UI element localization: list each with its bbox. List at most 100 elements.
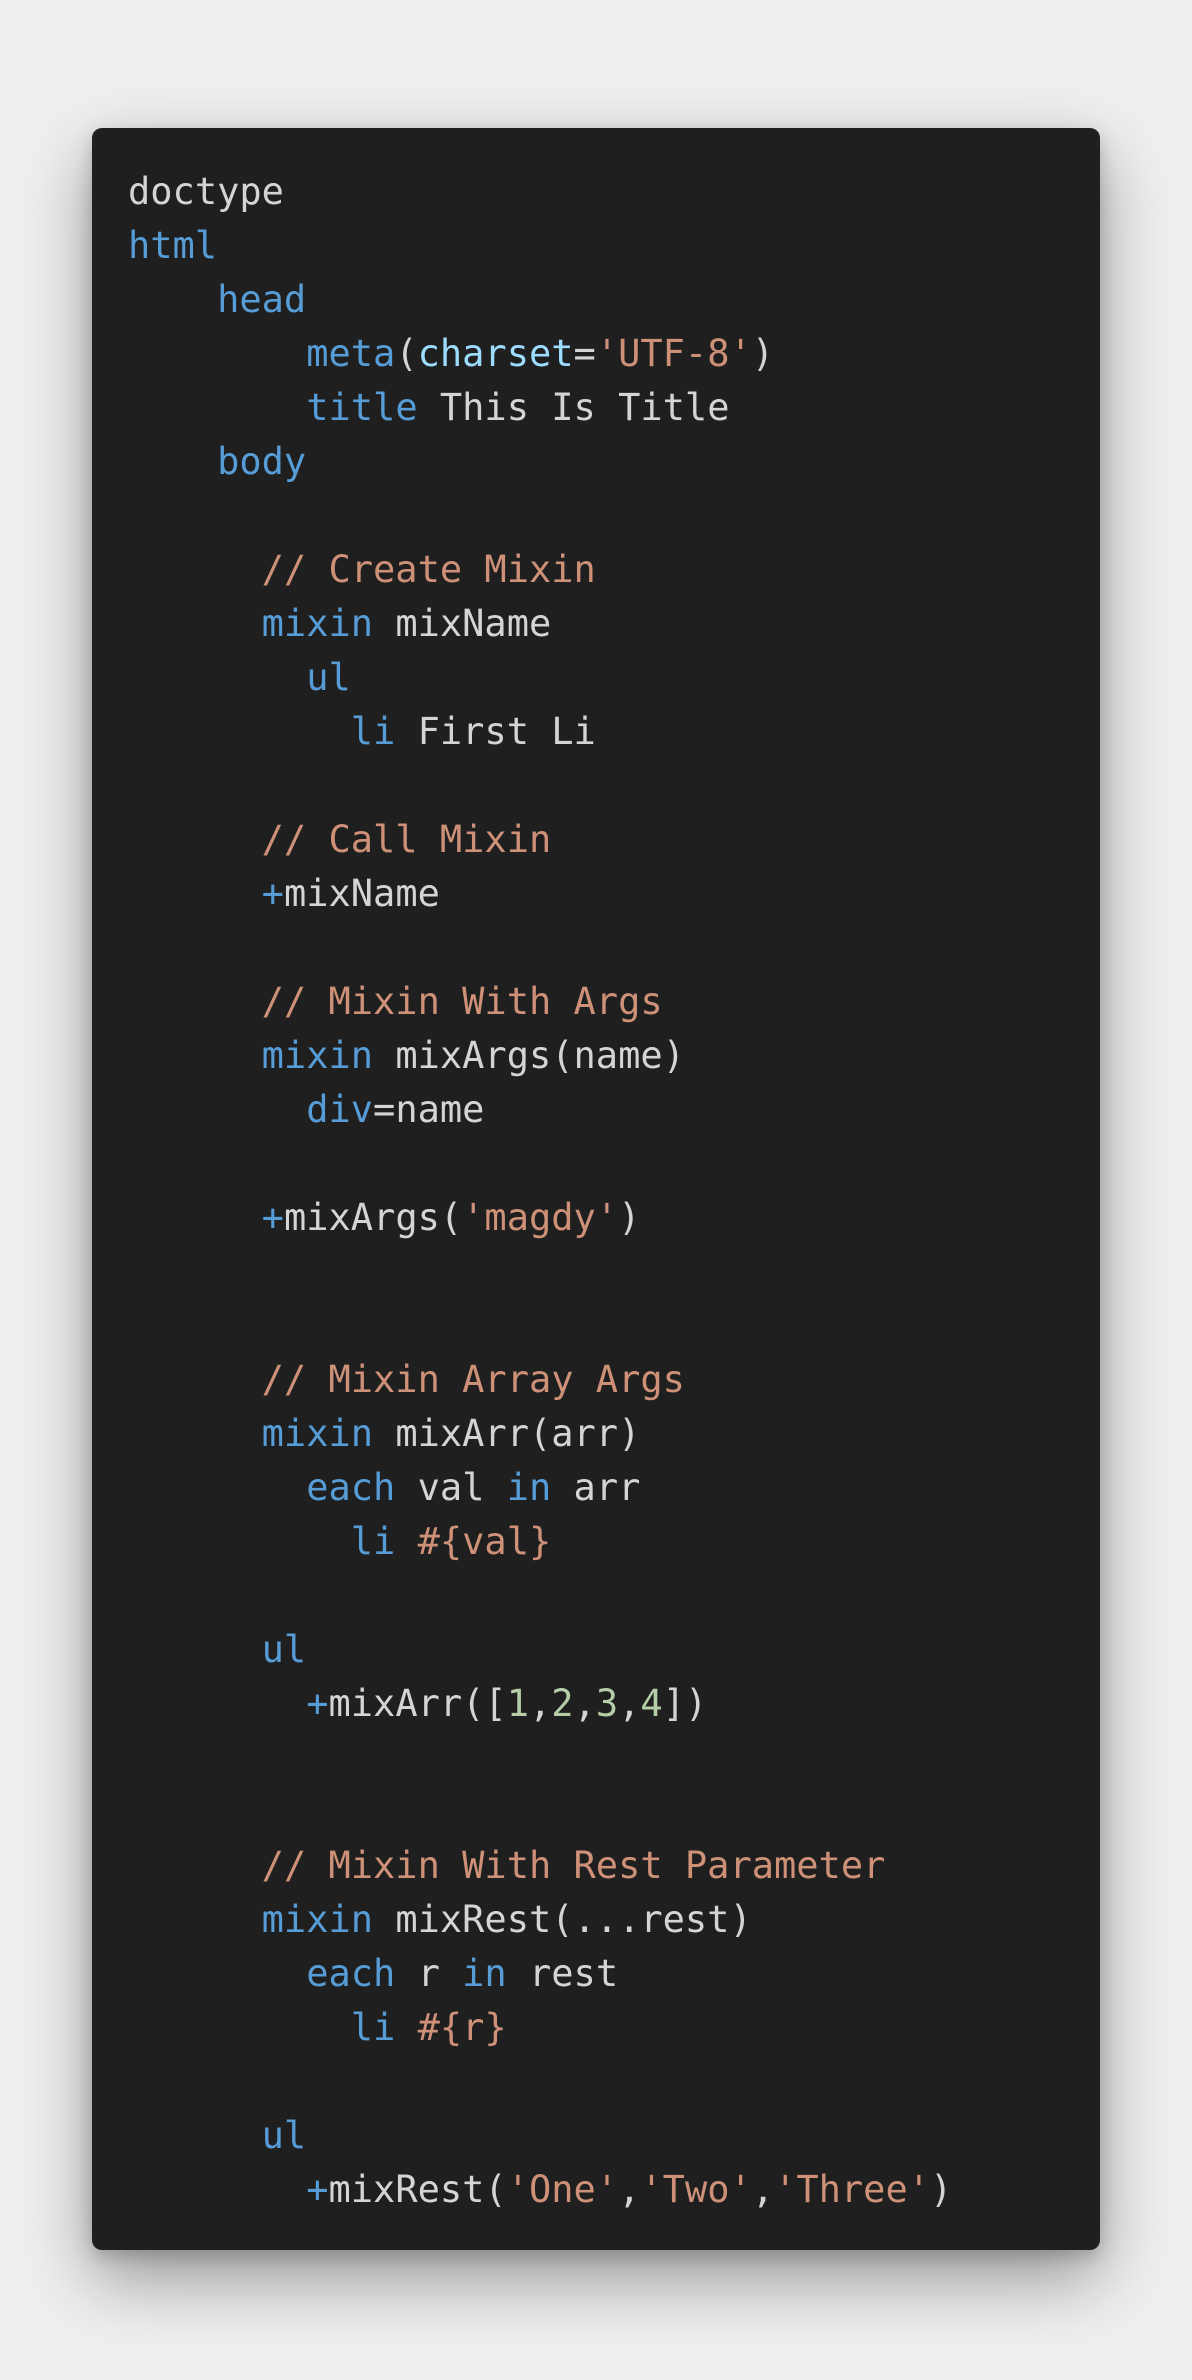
code-token: each bbox=[306, 1466, 396, 1509]
code-token: ) bbox=[751, 332, 775, 375]
code-token: in bbox=[462, 1952, 507, 1995]
code-token: + bbox=[306, 2168, 329, 2211]
code-line: +mixArr([1,2,3,4]) bbox=[128, 1677, 1100, 1731]
code-token: doctype bbox=[128, 170, 284, 213]
code-token: 'UTF-8' bbox=[595, 332, 752, 375]
code-line: meta(charset='UTF-8') bbox=[128, 327, 1100, 381]
code-window: doctype html head meta(charset='UTF-8') t… bbox=[92, 128, 1100, 2250]
code-line: body bbox=[128, 435, 1100, 489]
code-token: + bbox=[261, 1196, 284, 1239]
code-line: mixin mixName bbox=[128, 597, 1100, 651]
code-token: // Call Mixin bbox=[261, 818, 552, 861]
code-token: mixArgs( bbox=[283, 1196, 463, 1239]
code-token: ul bbox=[261, 2114, 307, 2157]
code-token: mixName bbox=[373, 602, 552, 645]
code-token: mixin bbox=[261, 602, 374, 645]
code-token: each bbox=[306, 1952, 396, 1995]
code-token: mixArr(arr) bbox=[373, 1412, 641, 1455]
code-line: // Mixin Array Args bbox=[128, 1353, 1100, 1407]
code-line: each val in arr bbox=[128, 1461, 1100, 1515]
code-token: = bbox=[573, 332, 596, 375]
code-line: +mixRest('One','Two','Three') bbox=[128, 2163, 1100, 2217]
code-token: // Mixin With Rest Parameter bbox=[261, 1844, 886, 1887]
code-line: mixin mixRest(...rest) bbox=[128, 1893, 1100, 1947]
code-token: title bbox=[306, 386, 418, 429]
code-token: body bbox=[217, 440, 307, 483]
code-token: mixArr([ bbox=[328, 1682, 507, 1725]
code-line: // Call Mixin bbox=[128, 813, 1100, 867]
code-token: 4 bbox=[640, 1682, 663, 1725]
code-line: // Mixin With Rest Parameter bbox=[128, 1839, 1100, 1893]
code-token: , bbox=[573, 1682, 596, 1725]
code-token: mixRest(...rest) bbox=[373, 1898, 752, 1941]
code-token: First Li bbox=[395, 710, 596, 753]
code-token: // Create Mixin bbox=[261, 548, 596, 591]
code-token: #{val} bbox=[417, 1520, 552, 1563]
code-line: mixin mixArr(arr) bbox=[128, 1407, 1100, 1461]
code-block[interactable]: doctype html head meta(charset='UTF-8') t… bbox=[128, 165, 1100, 2217]
code-token: mixRest( bbox=[328, 2168, 507, 2211]
code-token: This Is Title bbox=[417, 386, 730, 429]
code-token: ul bbox=[261, 1628, 307, 1671]
code-line: each r in rest bbox=[128, 1947, 1100, 2001]
code-token: ]) bbox=[662, 1682, 708, 1725]
code-token: li bbox=[350, 1520, 396, 1563]
code-token: div bbox=[306, 1088, 374, 1131]
code-token: mixName bbox=[283, 872, 440, 915]
code-token: ) bbox=[930, 2168, 953, 2211]
code-line: html bbox=[128, 219, 1100, 273]
code-line: ul bbox=[128, 2109, 1100, 2163]
code-token: rest bbox=[506, 1952, 619, 1995]
code-token: + bbox=[261, 872, 284, 915]
code-line: ul bbox=[128, 651, 1100, 705]
code-token: // Mixin Array Args bbox=[261, 1358, 685, 1401]
code-token: mixin bbox=[261, 1898, 374, 1941]
code-token: head bbox=[217, 278, 307, 321]
code-token: mixin bbox=[261, 1034, 374, 1077]
code-token: mixin bbox=[261, 1412, 374, 1455]
code-line: // Create Mixin bbox=[128, 543, 1100, 597]
code-token: // Mixin With Args bbox=[261, 980, 663, 1023]
code-line: doctype bbox=[128, 165, 1100, 219]
code-token: 3 bbox=[595, 1682, 619, 1725]
code-token: + bbox=[306, 1682, 329, 1725]
code-token: =name bbox=[373, 1088, 485, 1131]
code-token: ( bbox=[395, 332, 418, 375]
code-token: 'magdy' bbox=[462, 1196, 619, 1239]
code-token: mixArgs(name) bbox=[373, 1034, 685, 1077]
code-token: , bbox=[618, 2168, 641, 2211]
code-token: meta bbox=[306, 332, 396, 375]
code-line: title This Is Title bbox=[128, 381, 1100, 435]
code-token: 2 bbox=[551, 1682, 574, 1725]
code-token: arr bbox=[551, 1466, 641, 1509]
code-token: ) bbox=[618, 1196, 641, 1239]
code-line: ul bbox=[128, 1623, 1100, 1677]
code-line: li First Li bbox=[128, 705, 1100, 759]
